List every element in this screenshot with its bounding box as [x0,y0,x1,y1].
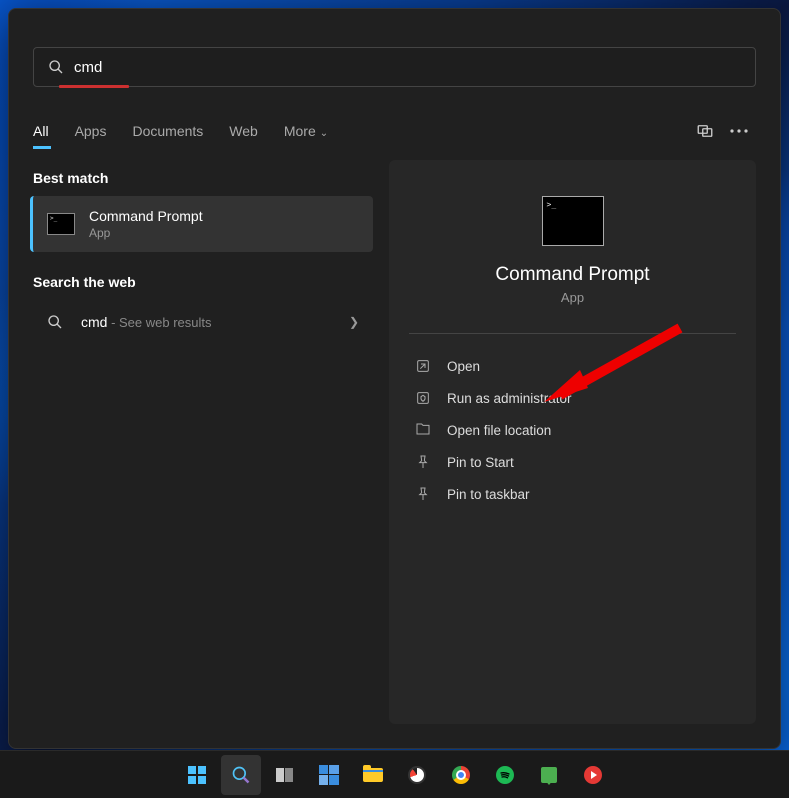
tab-web[interactable]: Web [229,115,258,147]
taskbar-app-2[interactable] [529,755,569,795]
folder-icon [415,422,431,438]
task-view-button[interactable] [265,755,305,795]
annotation-underline [59,85,129,88]
pin-icon [415,454,431,470]
tab-documents[interactable]: Documents [132,115,203,147]
more-options-icon[interactable] [722,114,756,148]
search-icon [47,314,63,330]
preview-subtitle: App [409,290,736,305]
action-label: Pin to Start [447,455,514,470]
action-label: Run as administrator [447,391,572,406]
action-open-file-location[interactable]: Open file location [409,414,736,446]
file-explorer-button[interactable] [353,755,393,795]
divider [409,333,736,334]
action-pin-to-start[interactable]: Pin to Start [409,446,736,478]
action-label: Open file location [447,423,551,438]
tab-more[interactable]: More⌄ [284,115,328,147]
search-icon [48,59,64,75]
action-label: Pin to taskbar [447,487,530,502]
taskbar-app-3[interactable] [573,755,613,795]
admin-shield-icon [415,390,431,406]
taskbar [0,750,789,798]
search-web-header: Search the web [33,274,373,290]
search-input[interactable] [74,59,741,76]
web-result-suffix: - See web results [107,315,211,330]
action-label: Open [447,359,480,374]
preview-title: Command Prompt [409,264,736,286]
best-match-header: Best match [33,170,373,186]
best-match-subtitle: App [89,226,203,240]
tab-apps[interactable]: Apps [75,115,107,147]
tab-all[interactable]: All [33,115,49,147]
recent-remote-icon[interactable] [688,114,722,148]
search-box[interactable] [33,47,756,87]
pin-icon [415,486,431,502]
action-run-as-administrator[interactable]: Run as administrator [409,382,736,414]
spotify-button[interactable] [485,755,525,795]
widgets-button[interactable] [309,755,349,795]
web-result-item[interactable]: cmd - See web results ❯ [33,300,373,344]
chevron-down-icon: ⌄ [320,128,328,139]
best-match-item[interactable]: Command Prompt App [30,196,373,252]
taskbar-search-button[interactable] [221,755,261,795]
action-open[interactable]: Open [409,350,736,382]
start-button[interactable] [177,755,217,795]
preview-panel: Command Prompt App Open Run as administr… [389,160,756,724]
results-panel: Best match Command Prompt App Search the… [33,160,373,724]
chevron-right-icon: ❯ [349,315,359,329]
taskbar-app-1[interactable] [397,755,437,795]
action-pin-to-taskbar[interactable]: Pin to taskbar [409,478,736,510]
web-result-term: cmd [81,314,107,330]
best-match-title: Command Prompt [89,208,203,224]
open-icon [415,358,431,374]
start-search-window: All Apps Documents Web More⌄ Best match … [8,8,781,749]
cmd-prompt-icon-large [542,196,604,246]
chrome-button[interactable] [441,755,481,795]
cmd-prompt-icon [47,213,75,235]
filter-tabs: All Apps Documents Web More⌄ [9,114,780,148]
